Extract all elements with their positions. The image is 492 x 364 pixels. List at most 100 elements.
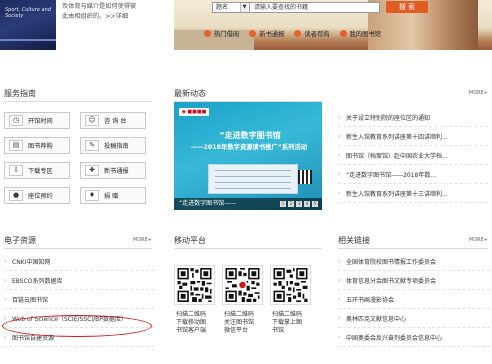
news-more-link[interactable]: MORE+ xyxy=(469,90,488,96)
service-label: 开馆时间 xyxy=(28,118,53,125)
news-item-title: “走进数字图书馆——2018年数... xyxy=(346,171,437,179)
service-hours-button[interactable]: ◷ 开馆时间 xyxy=(4,112,70,129)
news-carousel[interactable]: ◆ ■■■■ “走进数字图书馆 ——2018年数字资源读书推广”系列活动 “走进… xyxy=(174,102,322,210)
new-book-icon: ✚ xyxy=(85,165,99,176)
news-item-title: 新生入馆教育系列讲座第十三讲顺利... xyxy=(346,190,448,198)
carousel-dot[interactable]: 4 xyxy=(304,201,310,207)
eresources-header: 电子资源 MORE+ xyxy=(4,235,152,249)
qr-caption-line: 扫描二维码 xyxy=(224,311,255,318)
list-item[interactable]: › 百链云图书馆 xyxy=(4,290,154,309)
list-item[interactable]: › 全国体育院校图书情报工作委员会 xyxy=(338,252,490,271)
qr-code-app[interactable] xyxy=(174,265,215,305)
qr-caption-line: 微信平台 xyxy=(224,327,249,334)
list-item[interactable]: › 五环书画漫影协会 xyxy=(338,290,490,309)
list-item[interactable]: › CNKI中国知网 xyxy=(4,252,154,271)
quick-link-popular[interactable]: 热门借阅 xyxy=(204,29,239,38)
bullet-icon: › xyxy=(338,170,341,178)
quick-link-recommend[interactable]: 读者荐购 xyxy=(294,29,330,38)
qr-code-wechat[interactable] xyxy=(222,265,263,305)
service-donate-button[interactable]: ♦ 捐 赠 xyxy=(80,187,146,204)
list-item[interactable]: › 中国奥委会反兴奋剂委员会信息中心 xyxy=(338,328,490,347)
qr-code-icon xyxy=(273,268,308,302)
news-photo-document xyxy=(208,164,298,194)
book-intro-line1: 及体育与媒介是如何使得彼 xyxy=(62,3,137,10)
bullet-icon xyxy=(204,30,211,37)
section-title: 最新动态 xyxy=(174,89,206,98)
list-item[interactable]: › EBSCO系列数据库 xyxy=(4,271,154,290)
list-item[interactable]: › 关于设立特别院的座位区的通知 xyxy=(338,108,488,127)
links-list: › 全国体育院校图书情报工作委员会 › 体育信息分会图书文献专项委员会 › 五环书画漫… xyxy=(338,252,490,347)
qr-code-icon xyxy=(225,268,260,302)
service-download-button[interactable]: ⇩ 下载专区 xyxy=(4,162,70,179)
quick-link-label: 读者荐购 xyxy=(304,31,330,38)
quick-link-label: 新书通报 xyxy=(259,31,285,38)
qr-caption-mobile-library: 扫描二维码 下载掌上图 书馆 xyxy=(272,311,318,335)
bullet-icon: › xyxy=(338,333,341,341)
search-scope-value: 题名 xyxy=(216,3,229,11)
library-logo: ◆ ■■■■ xyxy=(179,108,210,116)
book-intro-detail-link[interactable]: 此由相组织的。>>详细 xyxy=(62,13,128,20)
news-header: 最新动态 xyxy=(174,88,322,102)
list-item[interactable]: › 新生入馆教育系列讲座第十三讲顺利... xyxy=(338,184,488,203)
person-desk-icon: ☺ xyxy=(85,115,99,126)
list-item[interactable]: › 图书馆（档案馆）赴中国农业大学档... xyxy=(338,146,488,165)
eresources-more-link[interactable]: MORE+ xyxy=(133,237,152,243)
search-scope-select[interactable]: 题名 ▼ xyxy=(212,1,250,13)
list-item[interactable]: › “走进数字图书馆——2018年数... xyxy=(338,165,488,184)
carousel-dots: 1 2 3 4 5 xyxy=(280,201,318,207)
qr-code-icon xyxy=(298,170,312,184)
qr-code-mobile-library[interactable] xyxy=(270,265,311,305)
links-more-link[interactable]: MORE+ xyxy=(469,237,488,243)
qr-caption-line: 扫描二维码 xyxy=(176,311,207,318)
service-label: 座位预约 xyxy=(28,193,53,200)
gift-icon: ♦ xyxy=(85,190,99,201)
bullet-icon: › xyxy=(4,276,7,284)
carousel-dot[interactable]: 5 xyxy=(312,201,318,207)
bullet-icon: › xyxy=(338,276,341,284)
quick-link-my-library[interactable]: 我的图书馆 xyxy=(339,29,381,38)
news-item-title: 新生入馆教育系列讲座第十四讲顺利... xyxy=(346,133,448,141)
service-label: 咨 询 台 xyxy=(104,118,127,125)
bullet-icon: › xyxy=(338,257,341,265)
section-title: 服务指南 xyxy=(4,89,36,98)
section-title: 移动平台 xyxy=(174,236,206,245)
service-submit-button[interactable]: ✎ 投稿指南 xyxy=(80,137,146,154)
bullet-icon: › xyxy=(4,295,7,303)
service-seat-button[interactable]: ● 座位预约 xyxy=(4,187,70,204)
book-cover-stripe xyxy=(0,39,56,41)
service-consult-button[interactable]: ☺ 咨 询 台 xyxy=(80,112,146,129)
service-new-books-button[interactable]: ✚ 新书通报 xyxy=(80,162,146,179)
carousel-dot[interactable]: 1 xyxy=(280,201,286,207)
qr-caption-line: 扫描二维码 xyxy=(272,311,303,318)
book-intro: 及体育与媒介是如何使得彼 此由相组织的。>>详细 xyxy=(62,2,162,22)
qr-code-icon xyxy=(177,268,212,302)
bullet-icon: › xyxy=(4,257,7,265)
service-label: 图书荐购 xyxy=(28,143,53,150)
bullet-icon: › xyxy=(4,333,7,341)
news-more-header: MORE+ xyxy=(338,88,488,102)
link-name: 五环书画漫影协会 xyxy=(346,296,395,304)
quick-links: 热门借阅 新书通报 读者荐购 我的图书馆 xyxy=(204,29,381,38)
carousel-dot[interactable]: 2 xyxy=(288,201,294,207)
download-icon: ⇩ xyxy=(9,165,23,176)
highlight-circle xyxy=(2,315,152,337)
bullet-icon xyxy=(249,30,257,37)
bullet-icon xyxy=(339,30,347,37)
quick-link-new-books[interactable]: 新书通报 xyxy=(249,29,284,38)
featured-book-cover[interactable]: Sport, Culture and Society xyxy=(0,0,56,50)
carousel-dot[interactable]: 3 xyxy=(296,201,302,207)
hero-banner: 题名 ▼ 请输入要查找的书籍 搜 索 热门借阅 新书通报 读者荐购 我的图书馆 xyxy=(174,0,492,50)
service-label: 捐 赠 xyxy=(104,193,119,200)
service-label: 下载专区 xyxy=(28,168,53,175)
list-item[interactable]: › 新生入馆教育系列讲座第十四讲顺利... xyxy=(338,127,488,146)
search-input[interactable]: 请输入要查找的书籍 xyxy=(250,1,380,13)
qr-caption-line: 下载掌上图 xyxy=(272,319,303,326)
service-guide-header: 服务指南 xyxy=(4,88,152,102)
list-item[interactable]: › 体育信息分会图书文献专项委员会 xyxy=(338,271,490,290)
service-purchase-button[interactable]: ▤ 图书荐购 xyxy=(4,137,70,154)
search-button[interactable]: 搜 索 xyxy=(386,1,428,13)
list-item[interactable]: › 奥林匹克文献信息中心 xyxy=(338,309,490,328)
qr-caption-app: 扫描二维码 下载移动图 书馆客户端 xyxy=(176,311,222,335)
chevron-down-icon: ▼ xyxy=(240,2,248,12)
qr-caption-line: 下载移动图 xyxy=(176,319,207,326)
